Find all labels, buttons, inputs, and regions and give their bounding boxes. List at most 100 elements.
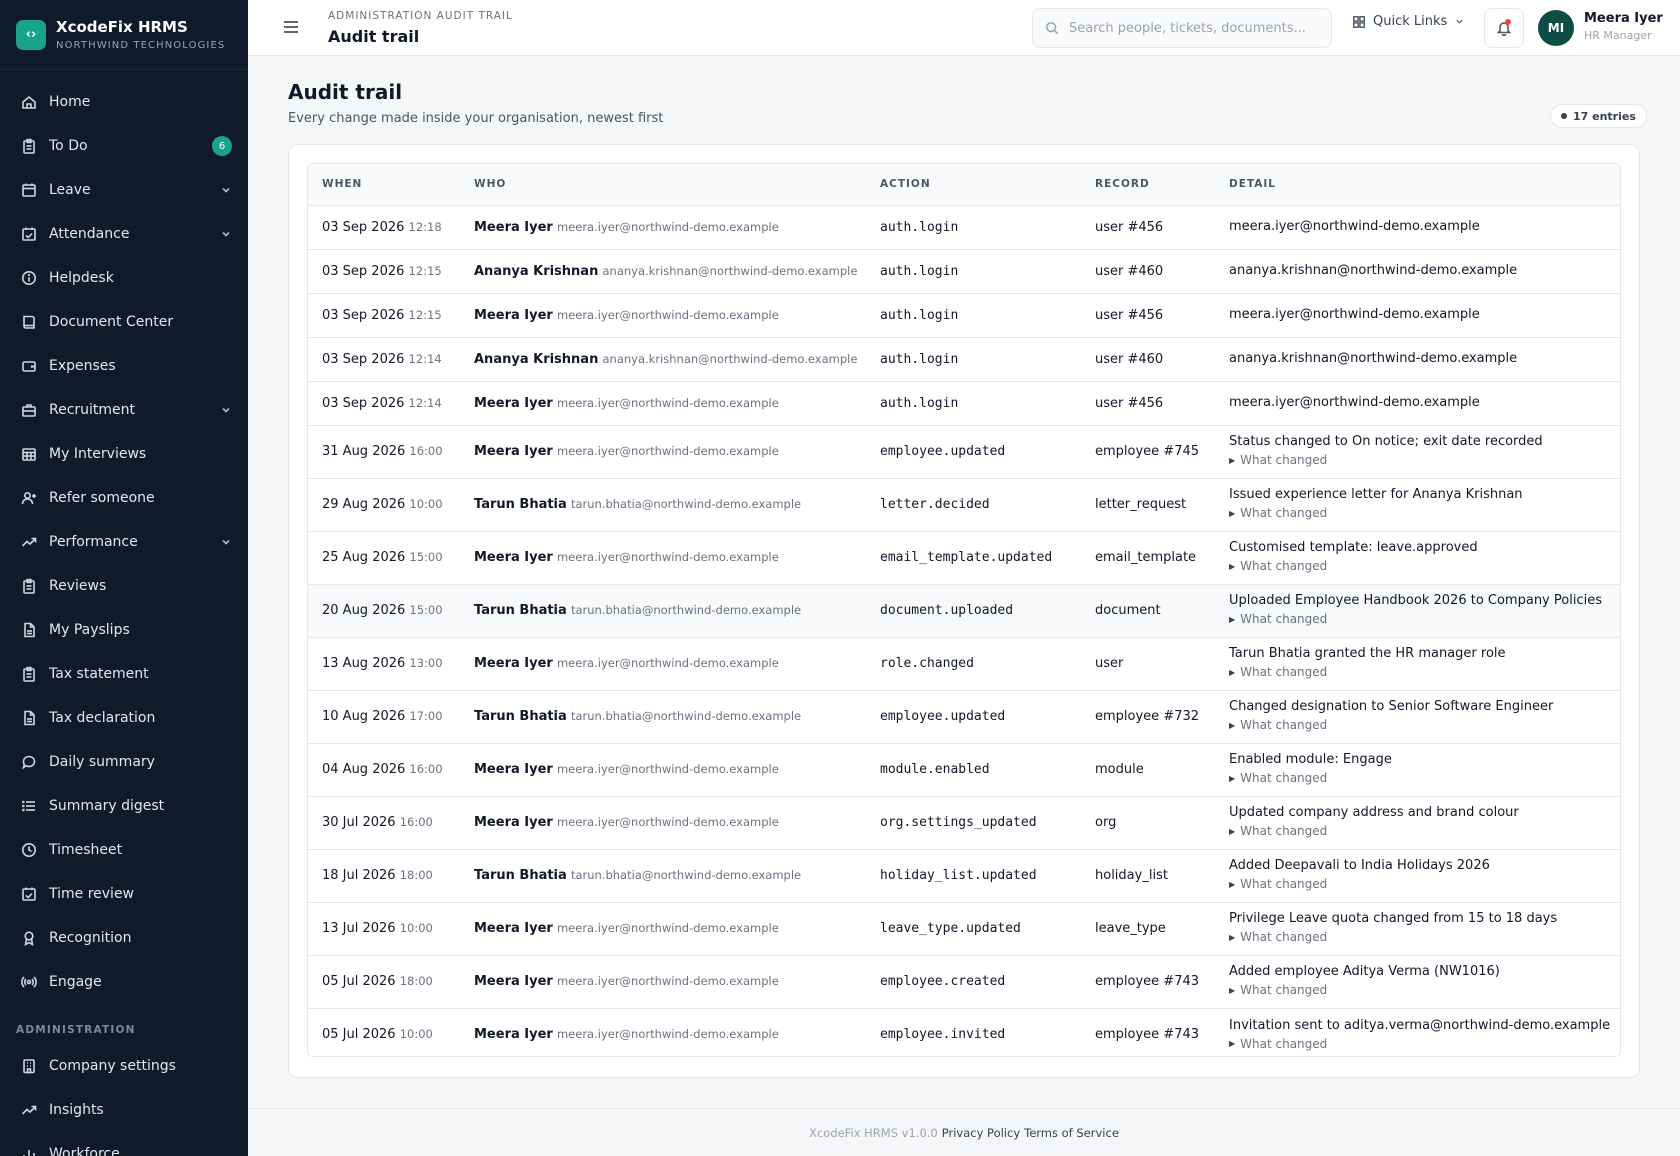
sidebar-item-summary-digest[interactable]: Summary digest — [0, 784, 248, 828]
sidebar-item-daily-summary[interactable]: Daily summary — [0, 740, 248, 784]
action-code: role.changed — [880, 656, 974, 671]
sidebar-item-tax-statement[interactable]: Tax statement — [0, 652, 248, 696]
action-code: employee.created — [880, 974, 1006, 989]
sidebar-item-label: Tax declaration — [49, 710, 156, 726]
sidebar-item-reviews[interactable]: Reviews — [0, 564, 248, 608]
cell-detail: ananya.krishnan@northwind-demo.example — [1215, 249, 1620, 294]
sidebar-item-label: Time review — [49, 886, 135, 902]
cell-detail: meera.iyer@northwind-demo.example — [1215, 205, 1620, 250]
sidebar-item-timesheet[interactable]: Timesheet — [0, 828, 248, 872]
sidebar-item-workforce[interactable]: Workforce — [0, 1132, 248, 1156]
topbar-title: Audit trail — [328, 27, 420, 46]
privacy-link[interactable]: Privacy Policy — [942, 1126, 1020, 1140]
entry-time: 12:18 — [408, 219, 442, 234]
cell-record: holiday_list — [1081, 849, 1215, 903]
entry-time: 15:00 — [409, 550, 443, 564]
action-code: letter.decided — [880, 497, 990, 512]
what-changed-toggle[interactable]: ▶ What changed — [1229, 1035, 1620, 1054]
caret-right-icon: ▶ — [1229, 667, 1236, 677]
actor-email: meera.iyer@northwind-demo.example — [556, 444, 779, 458]
what-changed-toggle[interactable]: ▶ What changed — [1229, 610, 1620, 629]
what-changed-toggle[interactable]: ▶ What changed — [1229, 557, 1620, 576]
terms-link[interactable]: Terms of Service — [1024, 1126, 1119, 1140]
search-icon — [1045, 21, 1059, 35]
footer: XcodeFix HRMS v1.0.0 Privacy Policy Term… — [248, 1108, 1680, 1156]
sidebar-item-tax-declaration[interactable]: Tax declaration — [0, 696, 248, 740]
sidebar-item-helpdesk[interactable]: Helpdesk — [0, 256, 248, 300]
actor-email: meera.iyer@northwind-demo.example — [556, 815, 779, 829]
quick-links-button[interactable]: Quick Links — [1352, 14, 1465, 29]
sidebar-item-label: Reviews — [49, 578, 107, 594]
sidebar-item-insights[interactable]: Insights — [0, 1088, 248, 1132]
entry-date: 03 Sep 2026 — [322, 307, 405, 323]
sidebar-item-my-payslips[interactable]: My Payslips — [0, 608, 248, 652]
entry-time: 16:00 — [409, 444, 443, 458]
col-detail: DETAIL — [1215, 164, 1620, 206]
sidebar-section-administration: ADMINISTRATION — [16, 1024, 136, 1036]
what-changed-toggle[interactable]: ▶ What changed — [1229, 928, 1620, 947]
what-changed-toggle[interactable]: ▶ What changed — [1229, 875, 1620, 894]
actor-email: tarun.bhatia@northwind-demo.example — [570, 497, 802, 511]
page-subtitle: Every change made inside your organisati… — [288, 111, 664, 126]
actor-name: Meera Iyer — [474, 395, 553, 411]
what-changed-toggle[interactable]: ▶ What changed — [1229, 981, 1620, 1000]
table-row: 25 Aug 2026 15:00 Meera Iyer meera.iyer@n… — [308, 531, 1620, 585]
cell-when: 13 Aug 2026 13:00 — [308, 637, 460, 691]
sidebar-item-recruitment[interactable]: Recruitment — [0, 388, 248, 432]
what-changed-toggle[interactable]: ▶ What changed — [1229, 451, 1620, 470]
table-header-row: WHEN WHO ACTION RECORD DETAIL — [308, 164, 1620, 206]
what-changed-label: What changed — [1240, 771, 1328, 786]
what-changed-toggle[interactable]: ▶ What changed — [1229, 822, 1620, 841]
actor-email: tarun.bhatia@northwind-demo.example — [570, 709, 802, 723]
award-icon — [20, 929, 38, 947]
entry-date: 31 Aug 2026 — [322, 444, 406, 459]
cell-who: Tarun Bhatia tarun.bhatia@northwind-demo… — [460, 849, 866, 903]
clipboard-icon — [20, 577, 38, 595]
table-row: 04 Aug 2026 16:00 Meera Iyer meera.iyer@n… — [308, 743, 1620, 797]
cell-action: email_template.updated — [866, 531, 1081, 585]
sidebar-item-recognition[interactable]: Recognition — [0, 916, 248, 960]
avatar[interactable]: MI — [1538, 10, 1574, 46]
action-code: email_template.updated — [880, 550, 1053, 565]
entry-time: 18:00 — [399, 868, 433, 882]
cell-detail: Customised template: leave.approved ▶ What… — [1215, 531, 1620, 585]
user-name[interactable]: Meera Iyer — [1584, 11, 1663, 26]
cell-who: Meera Iyer meera.iyer@northwind-demo.exa… — [460, 796, 866, 850]
sidebar-item-performance[interactable]: Performance — [0, 520, 248, 564]
search-input[interactable] — [1069, 20, 1319, 36]
sidebar-item-to-do[interactable]: To Do 6 — [0, 124, 248, 168]
sidebar-item-home[interactable]: Home — [0, 80, 248, 124]
actor-email: meera.iyer@northwind-demo.example — [556, 307, 779, 322]
sidebar-item-leave[interactable]: Leave — [0, 168, 248, 212]
brand[interactable]: ‹› XcodeFix HRMS NORTHWIND TECHNOLOGIES — [0, 0, 248, 70]
info-circle-icon — [20, 269, 38, 287]
what-changed-toggle[interactable]: ▶ What changed — [1229, 663, 1620, 682]
sidebar-item-attendance[interactable]: Attendance — [0, 212, 248, 256]
detail-text: Issued experience letter for Ananya Kris… — [1229, 487, 1523, 503]
sidebar-item-time-review[interactable]: Time review — [0, 872, 248, 916]
cell-who: Meera Iyer meera.iyer@northwind-demo.exa… — [460, 531, 866, 585]
actor-email: tarun.bhatia@northwind-demo.example — [570, 603, 802, 617]
home-icon — [20, 93, 38, 111]
sidebar-item-company-settings[interactable]: Company settings — [0, 1044, 248, 1088]
what-changed-toggle[interactable]: ▶ What changed — [1229, 504, 1620, 523]
sidebar-item-engage[interactable]: Engage — [0, 960, 248, 1004]
chat-bubble-icon — [20, 753, 38, 771]
caret-right-icon: ▶ — [1229, 879, 1236, 889]
hamburger-icon[interactable] — [282, 18, 300, 36]
sidebar-item-expenses[interactable]: Expenses — [0, 344, 248, 388]
sidebar-item-document-center[interactable]: Document Center — [0, 300, 248, 344]
sidebar-item-refer-someone[interactable]: Refer someone — [0, 476, 248, 520]
sidebar-item-my-interviews[interactable]: My Interviews — [0, 432, 248, 476]
what-changed-toggle[interactable]: ▶ What changed — [1229, 716, 1620, 735]
search-box[interactable] — [1032, 8, 1332, 48]
what-changed-toggle[interactable]: ▶ What changed — [1229, 769, 1620, 788]
cell-detail: Added Deepavali to India Holidays 2026 ▶ W… — [1215, 849, 1620, 903]
detail-text: Added Deepavali to India Holidays 2026 — [1229, 858, 1490, 874]
col-record: RECORD — [1081, 164, 1215, 206]
detail-text: meera.iyer@northwind-demo.example — [1229, 395, 1480, 410]
sidebar-item-label: Home — [49, 94, 91, 110]
notifications-button[interactable] — [1484, 8, 1524, 48]
file-icon — [20, 709, 38, 727]
sidebar-nav: Home To Do 6 Leave Attendance Helpdesk Documen… — [0, 70, 248, 1156]
